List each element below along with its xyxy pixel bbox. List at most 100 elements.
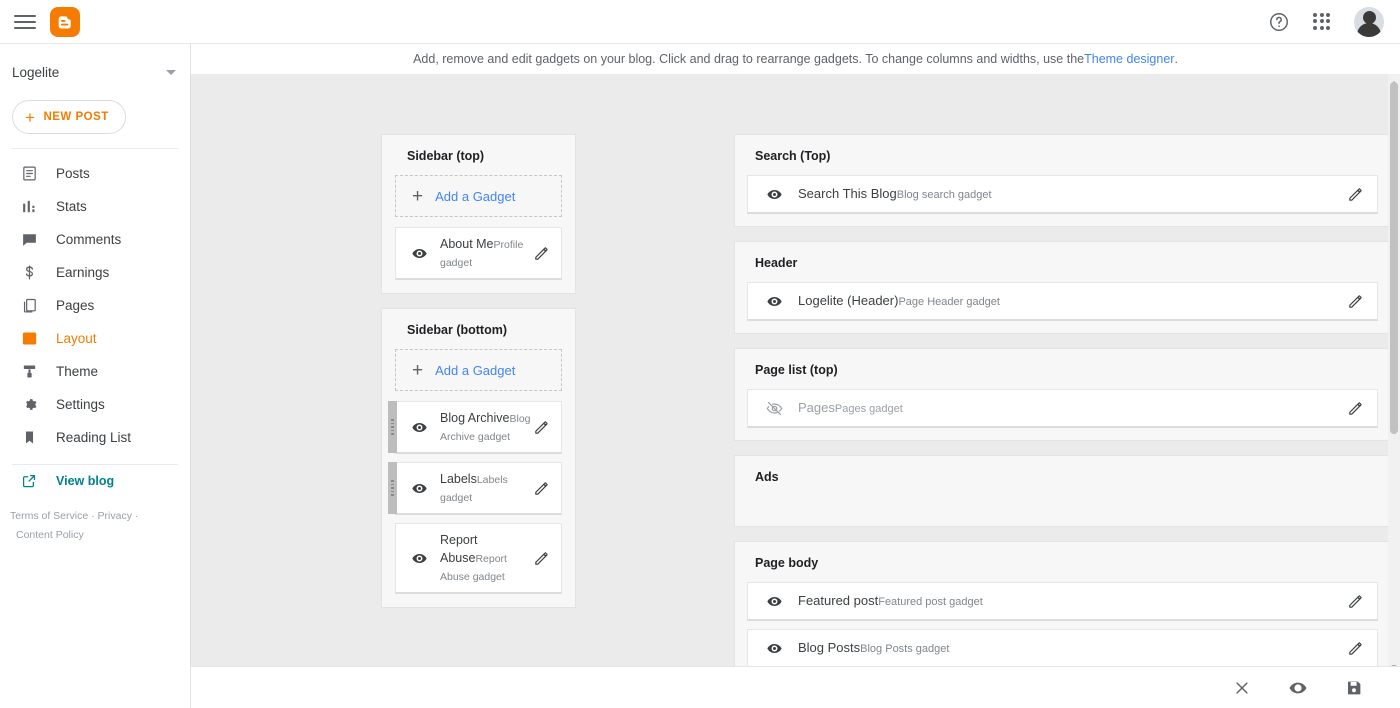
sidebar-item-posts[interactable]: Posts	[0, 157, 190, 190]
gadget-texts: About MeProfile gadget	[440, 235, 531, 271]
gadget-type: Featured post gadget	[878, 596, 983, 608]
gadget-row[interactable]: Blog PostsBlog Posts gadget	[747, 629, 1378, 666]
gadget-title: Labels	[440, 472, 477, 486]
layout-canvas: Sidebar (top) + Add a Gadget About MeProfil…	[191, 74, 1400, 666]
scroll-down-arrow-icon[interactable]	[1390, 658, 1398, 669]
sidebar-item-theme[interactable]: Theme	[0, 355, 190, 388]
layout-section: Search (Top) Search This BlogBlog search …	[734, 134, 1391, 227]
gadget-title: Pages	[798, 400, 835, 415]
sidebar-item-settings[interactable]: Settings	[0, 388, 190, 421]
eye-preview-icon[interactable]	[1288, 678, 1308, 698]
view-blog-link[interactable]: View blog	[0, 465, 190, 497]
save-disk-icon[interactable]	[1344, 678, 1364, 698]
apps-grid-icon[interactable]	[1312, 12, 1332, 32]
gadget-row[interactable]: Blog ArchiveBlog Archive gadget	[388, 401, 562, 454]
sidebar-item-label: Comments	[56, 232, 122, 247]
sidebar-item-pages[interactable]: Pages	[0, 289, 190, 322]
eye-visible-icon[interactable]	[410, 480, 428, 497]
sidebar-item-earnings[interactable]: Earnings	[0, 256, 190, 289]
gadget-type: Page Header gadget	[898, 296, 1000, 308]
new-post-button[interactable]: + NEW POST	[12, 100, 126, 134]
external-link-icon	[20, 472, 38, 490]
sidebar-item-label: Stats	[56, 199, 87, 214]
gadget-title: Report Abuse	[440, 533, 478, 565]
eye-visible-icon[interactable]	[764, 593, 784, 610]
blogger-logo-icon[interactable]	[50, 6, 80, 37]
gadget-row[interactable]: Logelite (Header)Page Header gadget	[747, 282, 1378, 321]
privacy-link[interactable]: Privacy	[98, 510, 132, 522]
sidebar-item-label: Reading List	[56, 430, 132, 445]
sidebar-item-stats[interactable]: Stats	[0, 190, 190, 223]
pencil-edit-icon[interactable]	[531, 550, 551, 567]
sidebar-item-comments[interactable]: Comments	[0, 223, 190, 256]
scroll-up-arrow-icon[interactable]	[1390, 74, 1398, 85]
layout-section: Header Logelite (Header)Page Header gadge…	[734, 241, 1391, 334]
new-post-label: NEW POST	[43, 111, 109, 123]
gadget-row[interactable]: PagesPages gadget	[747, 389, 1378, 428]
scrollbar-thumb[interactable]	[1390, 82, 1398, 434]
pencil-edit-icon[interactable]	[1345, 400, 1365, 417]
drag-handle-icon[interactable]	[388, 462, 397, 514]
eye-visible-icon[interactable]	[410, 419, 428, 436]
pencil-edit-icon[interactable]	[531, 419, 551, 436]
content-policy-link[interactable]: Content Policy	[16, 529, 84, 541]
section-title: Sidebar (bottom)	[407, 323, 507, 337]
sidebar-item-label: Settings	[56, 397, 105, 412]
gadget-row[interactable]: Featured postFeatured post gadget	[747, 582, 1378, 621]
top-app-bar	[0, 0, 1400, 44]
gadget-texts: Search This BlogBlog search gadget	[798, 185, 1345, 203]
blog-selector-dropdown[interactable]: Logelite	[0, 50, 190, 94]
eye-visible-icon[interactable]	[410, 245, 428, 262]
add-gadget-button[interactable]: + Add a Gadget	[395, 175, 562, 217]
layout-section: Sidebar (top) + Add a Gadget About MeProfil…	[381, 134, 576, 294]
canvas-scrollbar[interactable]	[1388, 74, 1400, 669]
sidebar-item-label: Posts	[56, 166, 90, 181]
view-blog-label: View blog	[56, 474, 115, 488]
chevron-down-icon	[166, 69, 176, 75]
eye-visible-icon[interactable]	[764, 640, 784, 657]
hamburger-menu-icon[interactable]	[14, 11, 36, 33]
gadget-row[interactable]: LabelsLabels gadget	[388, 462, 562, 515]
sidebar-item-reading-list[interactable]: Reading List	[0, 421, 190, 454]
theme-designer-link[interactable]: Theme designer	[1084, 52, 1174, 66]
gadget-row[interactable]: Report AbuseReport Abuse gadget	[395, 523, 562, 594]
add-gadget-button[interactable]: + Add a Gadget	[395, 349, 562, 391]
pencil-edit-icon[interactable]	[531, 245, 551, 262]
gadget-texts: LabelsLabels gadget	[440, 470, 531, 506]
eye-visible-icon[interactable]	[764, 186, 784, 203]
gadget-texts: PagesPages gadget	[798, 399, 1345, 417]
gadget-title: Featured post	[798, 593, 879, 608]
terms-of-service-link[interactable]: Terms of Service	[10, 510, 88, 522]
section-title: Header	[755, 256, 798, 270]
gadget-texts: Blog ArchiveBlog Archive gadget	[440, 409, 531, 445]
drag-handle-icon[interactable]	[388, 401, 397, 453]
add-gadget-label: Add a Gadget	[435, 362, 516, 378]
sidebar-item-layout[interactable]: Layout	[0, 322, 190, 355]
legal-separator: ·	[91, 510, 95, 522]
help-circle-icon[interactable]	[1268, 11, 1290, 33]
section-title: Sidebar (top)	[407, 149, 485, 163]
hint-period: .	[1174, 52, 1178, 66]
eye-hidden-icon[interactable]	[764, 400, 784, 417]
pencil-edit-icon[interactable]	[1345, 293, 1365, 310]
eye-visible-icon[interactable]	[410, 550, 428, 567]
eye-visible-icon[interactable]	[764, 293, 784, 310]
layout-icon	[20, 330, 38, 348]
pencil-edit-icon[interactable]	[1345, 593, 1365, 610]
section-title: Ads	[755, 470, 779, 484]
empty-section-body	[747, 496, 1378, 514]
pencil-edit-icon[interactable]	[1345, 640, 1365, 657]
settings-gear-icon	[20, 396, 38, 414]
gadget-row[interactable]: Search This BlogBlog search gadget	[747, 175, 1378, 214]
gadget-row[interactable]: About MeProfile gadget	[395, 227, 562, 280]
layout-hint-banner: Add, remove and edit gadgets on your blo…	[191, 44, 1400, 74]
avatar[interactable]	[1354, 6, 1384, 37]
close-x-icon[interactable]	[1232, 678, 1252, 698]
pencil-edit-icon[interactable]	[1345, 186, 1365, 203]
pencil-edit-icon[interactable]	[531, 480, 551, 497]
layout-section: Ads	[734, 455, 1391, 527]
legal-separator: ·	[134, 510, 139, 522]
layout-left-column: Sidebar (top) + Add a Gadget About MeProfil…	[381, 134, 576, 622]
theme-icon	[20, 363, 38, 381]
sidebar-item-label: Theme	[56, 364, 99, 379]
